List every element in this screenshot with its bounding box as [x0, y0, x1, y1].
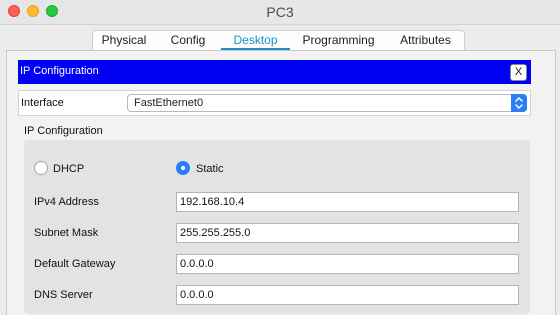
tab-physical[interactable]: Physical: [93, 31, 155, 51]
tab-config[interactable]: Config: [155, 31, 221, 51]
window-titlebar: PC3: [0, 0, 560, 25]
close-ip-config-button[interactable]: X: [510, 64, 527, 81]
ip-config-section-title: IP Configuration: [24, 125, 103, 137]
interface-selected-value: FastEthernet0: [134, 97, 204, 109]
tab-bar: Physical Config Desktop Programming Attr…: [92, 30, 465, 52]
ipv4-address-field[interactable]: [176, 192, 519, 212]
interface-label: Interface: [21, 97, 64, 109]
dhcp-label: DHCP: [53, 163, 85, 175]
tab-desktop[interactable]: Desktop: [221, 31, 290, 51]
static-label: Static: [196, 163, 224, 175]
dns-server-field[interactable]: [176, 285, 519, 305]
tab-attributes[interactable]: Attributes: [387, 31, 464, 51]
window-title: PC3: [266, 4, 294, 20]
interface-select[interactable]: FastEthernet0: [127, 94, 527, 112]
select-stepper-icon[interactable]: [511, 94, 527, 112]
static-radio[interactable]: [176, 161, 190, 175]
tab-programming[interactable]: Programming: [290, 31, 387, 51]
ip-config-title: IP Configuration: [20, 65, 99, 77]
ipv4-address-label: IPv4 Address: [34, 196, 99, 208]
default-gateway-field[interactable]: [176, 254, 519, 274]
ip-config-title-bar: IP Configuration: [18, 60, 531, 84]
subnet-mask-field[interactable]: [176, 223, 519, 243]
subnet-mask-label: Subnet Mask: [34, 227, 99, 239]
dhcp-radio[interactable]: [34, 161, 48, 175]
interface-row: Interface FastEthernet0: [18, 90, 531, 116]
dns-server-label: DNS Server: [34, 289, 93, 301]
default-gateway-label: Default Gateway: [34, 258, 116, 270]
